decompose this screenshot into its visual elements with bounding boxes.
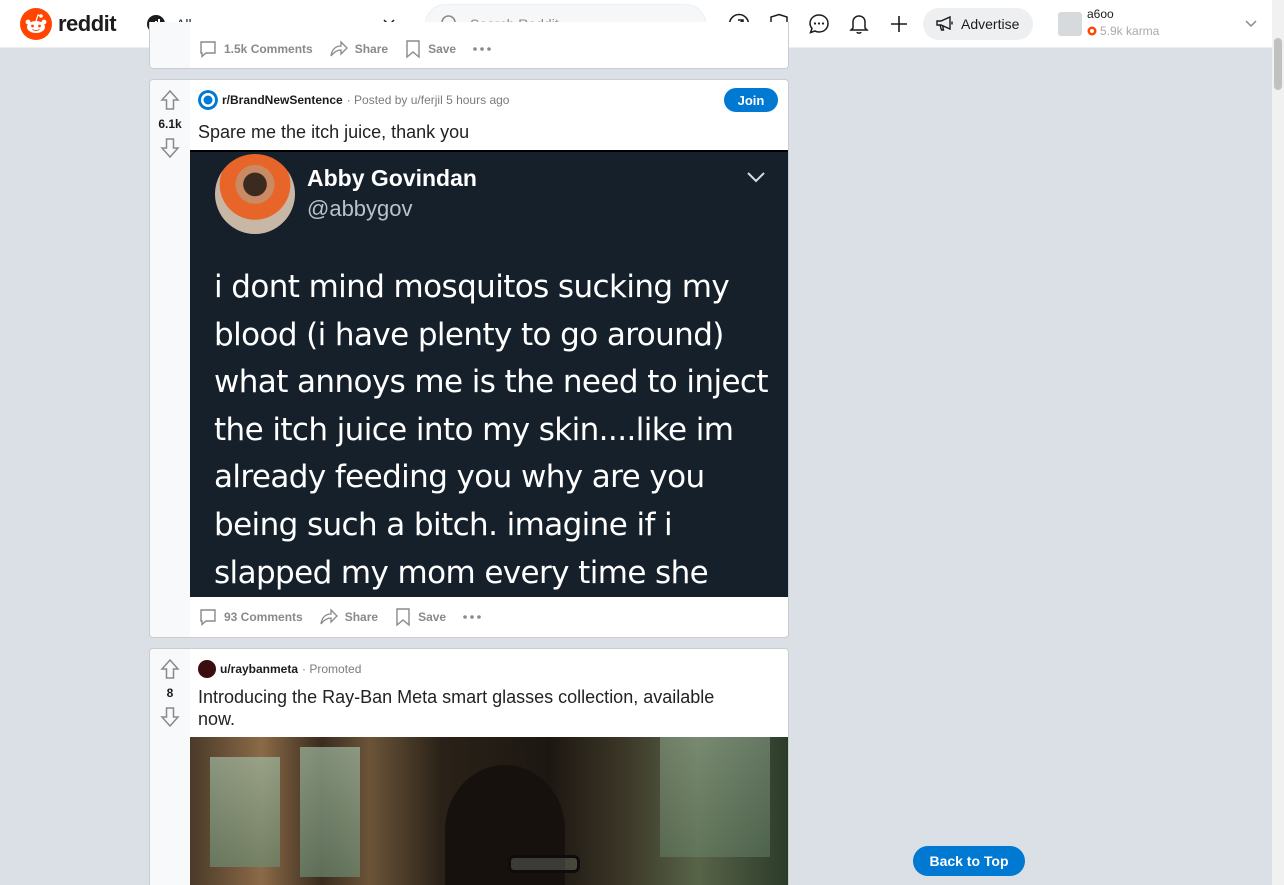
save-button[interactable]: Save bbox=[394, 607, 446, 627]
share-icon bbox=[330, 40, 348, 57]
comments-label: 1.5k Comments bbox=[224, 42, 313, 56]
downvote-icon[interactable] bbox=[160, 706, 180, 728]
username: a6oo bbox=[1087, 7, 1114, 21]
create-post-button[interactable] bbox=[887, 12, 911, 36]
chevron-down-icon bbox=[1245, 20, 1257, 28]
plus-icon bbox=[891, 16, 907, 32]
advertiser-link[interactable]: u/raybanmeta bbox=[220, 662, 298, 676]
window-shape bbox=[660, 737, 770, 857]
more-icon bbox=[463, 615, 481, 619]
post-title[interactable]: Introducing the Ray-Ban Meta smart glass… bbox=[198, 686, 748, 730]
upvote-icon[interactable] bbox=[160, 89, 180, 111]
comment-icon bbox=[200, 41, 216, 59]
reddit-logo-icon bbox=[20, 8, 52, 40]
share-icon bbox=[320, 608, 338, 625]
more-options-button[interactable] bbox=[462, 614, 482, 620]
advertise-button[interactable]: Advertise bbox=[923, 8, 1033, 40]
post-meta: u/raybanmeta · Promoted bbox=[198, 659, 361, 679]
posted-by: · Posted by u/ferjil 5 hours ago bbox=[346, 93, 510, 107]
downvote-icon[interactable] bbox=[160, 137, 180, 159]
chat-icon bbox=[809, 14, 829, 34]
comments-button[interactable]: 1.5k Comments bbox=[198, 39, 313, 59]
reddit-wordmark: reddit bbox=[58, 11, 117, 36]
comments-label: 93 Comments bbox=[224, 610, 303, 624]
bell-icon bbox=[849, 15, 869, 34]
promoted-label: · Promoted bbox=[302, 662, 362, 676]
chat-button[interactable] bbox=[807, 12, 831, 36]
post-actions: 93 Comments Share Save bbox=[198, 607, 482, 627]
chevron-down-icon bbox=[747, 172, 765, 183]
more-icon bbox=[473, 47, 491, 51]
post-image[interactable]: Abby Govindan @abbygov i dont mind mosqu… bbox=[190, 150, 788, 597]
save-label: Save bbox=[418, 610, 447, 624]
post-image[interactable] bbox=[190, 737, 788, 885]
bookmark-icon bbox=[406, 40, 420, 59]
vote-column: 8 bbox=[150, 649, 190, 885]
tweet-avatar bbox=[215, 154, 295, 234]
comment-icon bbox=[200, 609, 216, 627]
share-button[interactable]: Share bbox=[319, 607, 378, 627]
post-title[interactable]: Spare me the itch juice, thank you bbox=[198, 121, 748, 143]
tweet-author-handle: @abbygov bbox=[307, 196, 413, 221]
feed-post[interactable]: 6.1k r/BrandNewSentence · Posted by u/fe… bbox=[149, 79, 789, 638]
karma-label: 5.9k karma bbox=[1100, 24, 1160, 38]
vote-count: 6.1k bbox=[158, 117, 182, 131]
share-label: Share bbox=[354, 42, 389, 56]
feed-post[interactable]: 1.5k Comments Share Save bbox=[149, 22, 789, 69]
back-to-top-button[interactable]: Back to Top bbox=[913, 846, 1025, 876]
save-button[interactable]: Save bbox=[404, 39, 456, 59]
post-meta: r/BrandNewSentence · Posted by u/ferjil … bbox=[198, 90, 509, 110]
reddit-logo[interactable]: reddit bbox=[20, 8, 117, 40]
upvote-icon[interactable] bbox=[160, 658, 180, 680]
tweet-author-name: Abby Govindan bbox=[307, 165, 477, 191]
post-actions: 1.5k Comments Share Save bbox=[198, 39, 492, 59]
join-button[interactable]: Join bbox=[724, 88, 778, 112]
vote-count: 8 bbox=[166, 686, 174, 700]
user-avatar bbox=[198, 660, 216, 678]
tweet-text: i dont mind mosquitos sucking my blood (… bbox=[214, 269, 769, 591]
notifications-button[interactable] bbox=[847, 12, 871, 36]
subreddit-icon bbox=[198, 90, 218, 110]
window-shape bbox=[300, 747, 360, 877]
avatar bbox=[1058, 12, 1082, 36]
save-label: Save bbox=[428, 42, 457, 56]
vote-column: 6.1k bbox=[150, 80, 190, 637]
advertise-label: Advertise bbox=[961, 16, 1020, 32]
scrollbar-thumb[interactable] bbox=[1274, 38, 1282, 90]
subreddit-link[interactable]: r/BrandNewSentence bbox=[222, 93, 343, 107]
share-button[interactable]: Share bbox=[329, 39, 388, 59]
vote-column bbox=[150, 22, 190, 68]
more-options-button[interactable] bbox=[472, 46, 492, 52]
share-label: Share bbox=[344, 610, 379, 624]
user-menu[interactable]: a6oo 5.9k karma bbox=[1058, 6, 1258, 42]
scrollbar[interactable] bbox=[1272, 0, 1284, 885]
comments-button[interactable]: 93 Comments bbox=[198, 607, 303, 627]
karma-count: 5.9k karma bbox=[1087, 24, 1159, 38]
karma-icon bbox=[1087, 26, 1097, 36]
feed-post-promoted[interactable]: 8 u/raybanmeta · Promoted Introducing th… bbox=[149, 648, 789, 885]
bookmark-icon bbox=[396, 608, 410, 627]
window-shape bbox=[210, 757, 280, 867]
glasses-shape bbox=[508, 855, 580, 873]
megaphone-icon bbox=[936, 15, 953, 31]
